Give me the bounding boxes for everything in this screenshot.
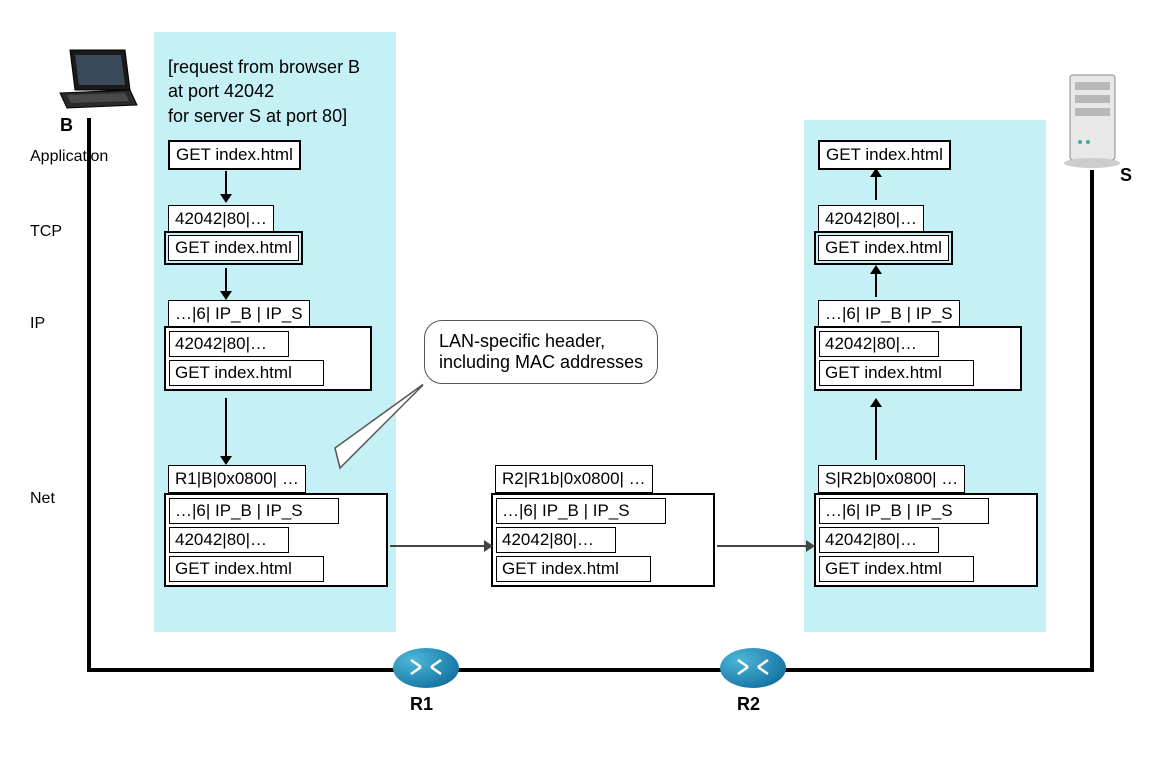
s-net-tcp-header: 42042|80|… (819, 527, 939, 553)
s-ip-group: 42042|80|… GET index.html (814, 326, 1022, 391)
layer-tcp: TCP (30, 223, 62, 241)
callout-pointer (330, 378, 430, 478)
arrow-b-to-r1 (390, 545, 485, 547)
layer-net: Net (30, 490, 55, 508)
arrow-r1-to-r2 (717, 545, 807, 547)
arrow-s-tcp-app (875, 175, 877, 200)
s-tcp-payload: GET index.html (818, 235, 949, 261)
s-ip-payload: GET index.html (819, 360, 974, 386)
b-app-packet: GET index.html (168, 140, 301, 170)
b-ip-payload: GET index.html (169, 360, 324, 386)
path-b-down (87, 118, 91, 670)
arrow-s-ip-tcp (875, 272, 877, 297)
r1-net-header: R2|R1b|0x0800| … (495, 465, 653, 493)
s-tcp-group: GET index.html (814, 231, 953, 265)
s-net-payload: GET index.html (819, 556, 974, 582)
s-net-group: …|6| IP_B | IP_S 42042|80|… GET index.ht… (814, 493, 1038, 587)
arrow-b-app-tcp (225, 171, 227, 196)
path-bottom (87, 668, 1094, 672)
server-icon (1060, 70, 1125, 170)
b-tcp-header: 42042|80|… (168, 205, 274, 233)
b-net-payload: GET index.html (169, 556, 324, 582)
request-note-line3: for server S at port 80] (168, 106, 347, 126)
router-r1-icon (393, 648, 459, 688)
s-ip-header: …|6| IP_B | IP_S (818, 300, 960, 328)
callout-line1: LAN-specific header, (439, 331, 605, 351)
b-tcp-group: GET index.html (164, 231, 303, 265)
arrow-s-net-ip (875, 405, 877, 460)
server-label: S (1120, 165, 1132, 186)
callout-line2: including MAC addresses (439, 352, 643, 372)
r1-net-group: …|6| IP_B | IP_S 42042|80|… GET index.ht… (491, 493, 715, 587)
browser-label: B (60, 115, 73, 136)
b-net-header: R1|B|0x0800| … (168, 465, 306, 493)
lan-header-callout: LAN-specific header, including MAC addre… (424, 320, 658, 384)
request-note: [request from browser B at port 42042 fo… (168, 55, 360, 128)
arrow-b-tcp-ip (225, 268, 227, 293)
b-net-tcp-header: 42042|80|… (169, 527, 289, 553)
s-ip-tcp-header: 42042|80|… (819, 331, 939, 357)
laptop-icon (55, 45, 145, 115)
b-tcp-payload: GET index.html (168, 235, 299, 261)
s-net-header: S|R2b|0x0800| … (818, 465, 965, 493)
layer-ip: IP (30, 315, 45, 333)
b-net-ip-header: …|6| IP_B | IP_S (169, 498, 339, 524)
request-note-line1: [request from browser B (168, 57, 360, 77)
s-tcp-header: 42042|80|… (818, 205, 924, 233)
router-r1-label: R1 (410, 694, 433, 715)
request-note-line2: at port 42042 (168, 81, 274, 101)
router-r2-label: R2 (737, 694, 760, 715)
r1-net-payload: GET index.html (496, 556, 651, 582)
router-r2-icon (720, 648, 786, 688)
b-ip-header: …|6| IP_B | IP_S (168, 300, 310, 328)
r1-net-ip-header: …|6| IP_B | IP_S (496, 498, 666, 524)
path-s-down (1090, 170, 1094, 670)
layer-application: Application (30, 148, 108, 166)
arrow-b-ip-net (225, 398, 227, 458)
b-ip-tcp-header: 42042|80|… (169, 331, 289, 357)
s-app-packet: GET index.html (818, 140, 951, 170)
b-net-group: …|6| IP_B | IP_S 42042|80|… GET index.ht… (164, 493, 388, 587)
r1-net-tcp-header: 42042|80|… (496, 527, 616, 553)
s-net-ip-header: …|6| IP_B | IP_S (819, 498, 989, 524)
